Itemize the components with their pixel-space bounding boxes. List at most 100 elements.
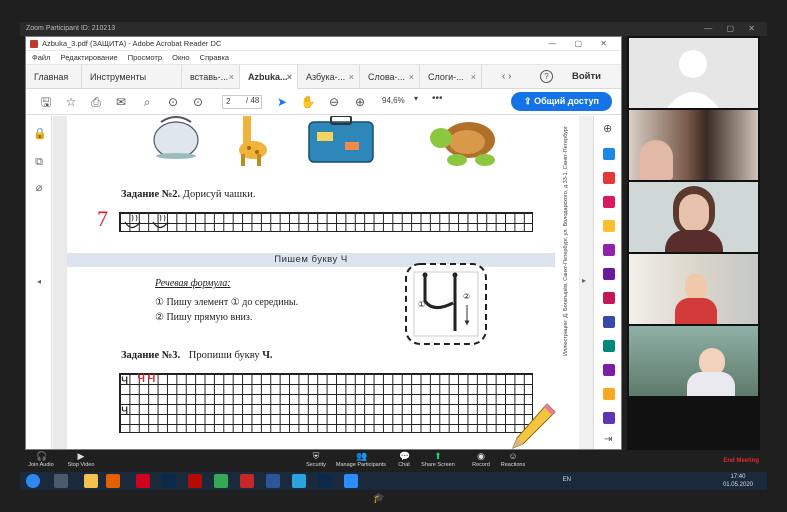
document-scrollbar[interactable]: ▸ [579, 116, 593, 449]
collapse-right-icon[interactable]: ▸ [582, 276, 586, 285]
participant-tile-video-1[interactable] [629, 110, 758, 180]
acrobat-window-controls[interactable]: — ▢ ✕ [548, 37, 615, 51]
reactions-button[interactable]: ☺ Reactions [498, 452, 528, 469]
tab-close-icon[interactable]: × [409, 65, 414, 89]
more-tools-rail-icon[interactable] [603, 388, 615, 400]
comment-icon[interactable] [603, 220, 615, 232]
photoshop-icon[interactable] [162, 474, 176, 488]
email-icon[interactable]: ✉ [113, 94, 129, 110]
hand-tool-icon[interactable]: ✋ [300, 94, 316, 110]
share-screen-button[interactable]: ⬆ Share Screen [420, 452, 456, 469]
help-icon[interactable]: ? [540, 70, 553, 83]
tab-bar: Главная Инструменты вставь-... × Azbuka..… [26, 65, 621, 89]
formula-title: Речевая формула: [155, 278, 231, 289]
stop-video-button[interactable]: ▶ Stop Video [66, 452, 96, 469]
participant-tile-avatar[interactable] [629, 38, 758, 108]
menu-file[interactable]: Файл [32, 53, 50, 62]
folder-icon[interactable] [84, 474, 98, 488]
tab-home[interactable]: Главная [26, 65, 82, 89]
join-audio-button[interactable]: 🎧 Join Audio [26, 452, 56, 469]
send-for-signature-icon[interactable] [603, 364, 615, 376]
collapse-left-icon[interactable]: ◂ [33, 276, 45, 288]
telegram-icon[interactable] [292, 474, 306, 488]
left-nav-rail: 🔒 ⧉ ⌀ ◂ [26, 116, 52, 449]
zoom-level[interactable]: 94,6% [382, 96, 405, 105]
formula-line-2: ② Пишу прямую вниз. [155, 312, 253, 323]
protect-icon[interactable] [603, 316, 615, 328]
acrobat-2-icon[interactable] [240, 474, 254, 488]
tab-scroll-arrows[interactable]: ‹ › [502, 71, 511, 82]
search-icon[interactable]: ⌕ [139, 94, 155, 110]
tab-tools-label: Инструменты [90, 72, 147, 82]
measure-icon[interactable] [603, 412, 615, 424]
page-down-icon[interactable]: ⊙ [190, 94, 206, 110]
menu-help[interactable]: Справка [200, 53, 229, 62]
zoom-app-icon[interactable] [344, 474, 358, 488]
tab-doc-1[interactable]: вставь-... × [182, 65, 240, 89]
optimize-icon[interactable] [603, 340, 615, 352]
tab-home-label: Главная [34, 72, 69, 82]
tab-close-icon[interactable]: × [229, 65, 234, 89]
sample-letter-ch-row2: ч [121, 401, 129, 417]
word-icon[interactable] [266, 474, 280, 488]
acrobat-icon[interactable] [188, 474, 202, 488]
participant-tile-video-4[interactable] [629, 326, 758, 396]
record-button[interactable]: ◉ Record [470, 452, 492, 469]
tab-close-icon[interactable]: × [349, 65, 354, 89]
end-meeting-button[interactable]: End Meeting [723, 458, 759, 464]
tab-doc-active[interactable]: Azbuka... × [240, 65, 298, 89]
participants-panel [627, 36, 760, 450]
page-up-icon[interactable]: ⊙ [165, 94, 181, 110]
participant-tile-video-2[interactable] [629, 182, 758, 252]
fill-sign-icon[interactable] [603, 292, 615, 304]
signin-link[interactable]: Войти [572, 65, 601, 89]
save-icon[interactable]: 🖫 [38, 94, 54, 110]
attachment-icon[interactable]: ⌀ [33, 182, 45, 194]
participants-button[interactable]: 👥 Manage Participants [334, 452, 388, 469]
language-indicator[interactable]: EN [563, 477, 571, 483]
task-2-label: Задание №2. [121, 189, 181, 200]
more-tools-icon[interactable]: ••• [432, 93, 443, 104]
chat-button[interactable]: 💬 Chat [394, 452, 414, 469]
chrome-icon[interactable] [214, 474, 228, 488]
zoom-in-icon[interactable]: ⊕ [352, 94, 368, 110]
security-button[interactable]: ⛨ Security [302, 451, 330, 469]
tab-doc-5[interactable]: Слоги-... × [420, 65, 482, 89]
system-clock[interactable]: 17:40 01.05.2020 [723, 473, 753, 489]
opera-icon[interactable] [136, 474, 150, 488]
create-pdf-icon[interactable] [603, 172, 615, 184]
tab-close-icon[interactable]: × [287, 65, 292, 89]
cup-outlines [124, 214, 169, 229]
document-view[interactable]: Задание №2. Дорисуй чашки. 7 Пишем букву… [53, 116, 593, 449]
window-controls[interactable]: — ▢ ✕ [704, 22, 761, 36]
menu-edit[interactable]: Редактирование [61, 53, 118, 62]
print-icon[interactable]: ⎙ [88, 94, 104, 110]
firefox-icon[interactable] [106, 474, 120, 488]
tab-tools[interactable]: Инструменты [82, 65, 182, 89]
menu-window[interactable]: Окно [172, 53, 189, 62]
pages-icon[interactable]: ⧉ [33, 156, 45, 168]
menu-view[interactable]: Просмотр [128, 53, 162, 62]
bookmark-star-icon[interactable]: ☆ [63, 94, 79, 110]
collapse-rail-icon[interactable]: ⇥ [604, 434, 612, 445]
edit-pdf-icon[interactable] [603, 196, 615, 208]
select-cursor-icon[interactable]: ➤ [274, 94, 290, 110]
zoom-tool-icon[interactable]: ⊕ [603, 122, 612, 135]
export-pdf-icon[interactable] [603, 148, 615, 160]
shield-icon: ⛨ [312, 451, 320, 461]
security-label: Security [306, 462, 326, 468]
photoshop-2-icon[interactable] [318, 474, 332, 488]
tab-doc-3[interactable]: Азбука-... × [298, 65, 360, 89]
tab-doc-4[interactable]: Слова-... × [360, 65, 420, 89]
share-button[interactable]: ⇪ Общий доступ [511, 92, 612, 111]
graduation-cap-icon: 🎓 [372, 493, 386, 504]
tab-close-icon[interactable]: × [471, 65, 476, 89]
zoom-out-icon[interactable]: ⊖ [326, 94, 342, 110]
combine-files-icon[interactable] [603, 244, 615, 256]
lock-icon[interactable]: 🔒 [33, 128, 47, 140]
organize-pages-icon[interactable] [603, 268, 615, 280]
start-icon[interactable] [26, 474, 40, 488]
zoom-dropdown-icon[interactable]: ▾ [414, 94, 418, 103]
participant-tile-video-3[interactable] [629, 254, 758, 324]
file-explorer-icon[interactable] [54, 474, 68, 488]
